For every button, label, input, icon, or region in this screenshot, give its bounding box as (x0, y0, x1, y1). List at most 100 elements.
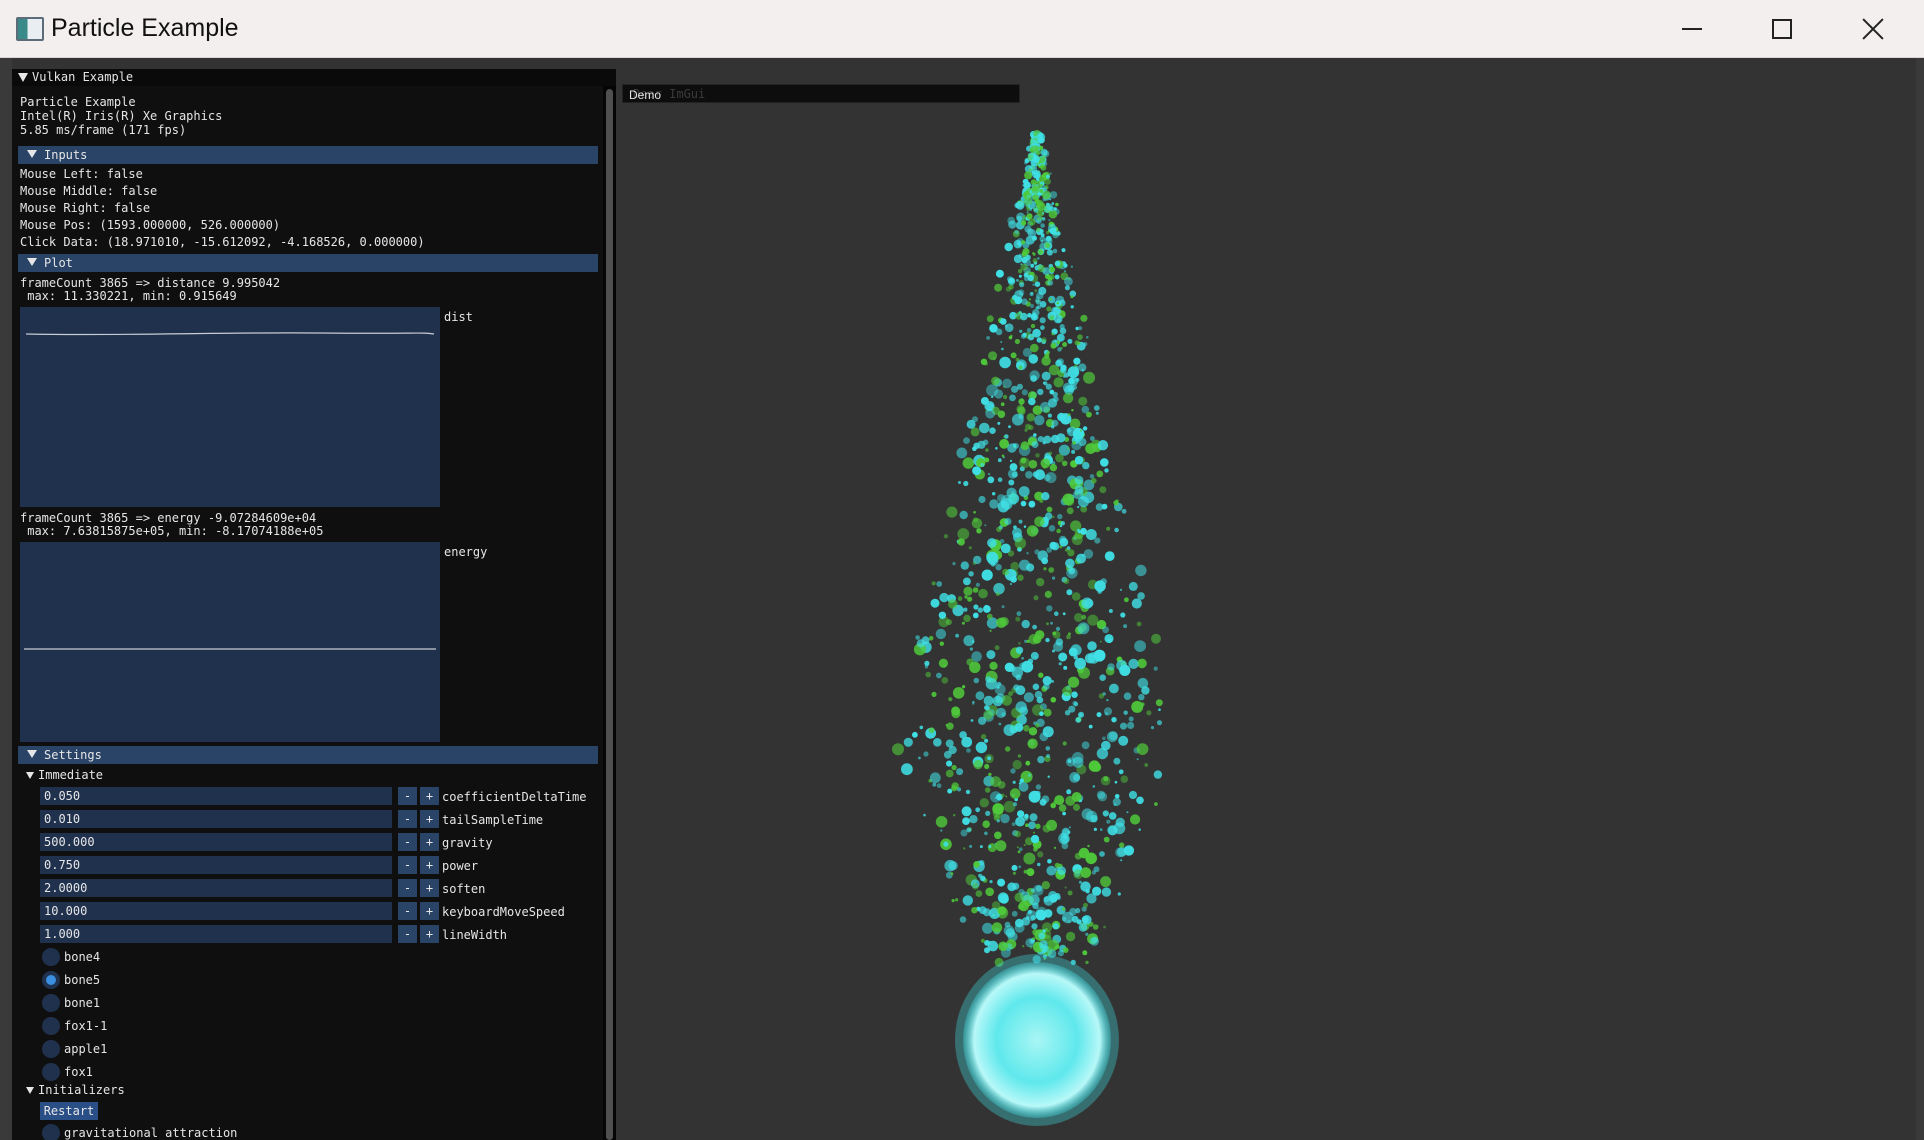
decrement-button[interactable]: - (398, 925, 417, 943)
particle (1015, 616, 1021, 622)
decrement-button[interactable]: - (398, 856, 417, 874)
mouse-left-text: Mouse Left: false (20, 167, 143, 181)
minimize-button[interactable] (1647, 0, 1737, 58)
particle (1028, 821, 1036, 830)
particle (959, 510, 968, 520)
particle (1012, 780, 1016, 784)
particle (976, 528, 982, 534)
particle (982, 820, 990, 828)
decrement-button[interactable]: - (398, 810, 417, 828)
increment-button[interactable]: + (420, 856, 439, 874)
panel-titlebar[interactable]: Vulkan Example (12, 69, 616, 86)
particle (1030, 651, 1039, 660)
particle (1073, 803, 1080, 811)
particle (1088, 760, 1101, 772)
particle (915, 635, 920, 640)
particle (1032, 155, 1040, 163)
settings-field-label: soften (442, 882, 486, 896)
model-radio-button[interactable] (42, 971, 60, 989)
increment-button[interactable]: + (420, 810, 439, 828)
particle (985, 887, 994, 897)
settings-field-input[interactable]: 1.000 (40, 925, 392, 943)
dist-plot[interactable] (20, 307, 440, 507)
particle (1041, 190, 1051, 200)
decrement-button[interactable]: - (398, 879, 417, 897)
particle (1084, 598, 1094, 608)
settings-field-input[interactable]: 0.010 (40, 810, 392, 828)
particle (923, 751, 929, 757)
particle (1031, 441, 1039, 448)
particle (1042, 440, 1046, 445)
settings-header[interactable]: Settings (18, 746, 598, 764)
plot-header[interactable]: Plot (18, 254, 598, 272)
decrement-button[interactable]: - (398, 902, 417, 920)
particle (993, 583, 1005, 595)
particle (1045, 512, 1053, 520)
particle (1001, 605, 1005, 609)
panel-scrollbar-grab[interactable] (606, 89, 613, 1140)
vulkan-example-panel[interactable]: Vulkan Example Particle Example Intel(R)… (12, 69, 616, 1140)
energy-plot[interactable] (20, 542, 440, 742)
decrement-button[interactable]: - (398, 833, 417, 851)
particle (972, 702, 975, 705)
increment-button[interactable]: + (420, 787, 439, 805)
model-radio-button[interactable] (42, 1017, 60, 1035)
settings-field-input[interactable]: 500.000 (40, 833, 392, 851)
particle (1102, 626, 1109, 634)
particle (1040, 325, 1045, 331)
model-radio-button[interactable] (42, 994, 60, 1012)
particle (1087, 614, 1099, 626)
model-radio-button[interactable] (42, 1063, 60, 1081)
collapse-arrow-icon[interactable] (18, 73, 28, 82)
increment-button[interactable]: + (420, 925, 439, 943)
particle (986, 336, 990, 340)
particle (1048, 567, 1055, 573)
close-button[interactable] (1828, 0, 1918, 58)
particle (1035, 150, 1041, 156)
particle (989, 629, 992, 632)
settings-field-input[interactable]: 2.0000 (40, 879, 392, 897)
particle (972, 612, 979, 619)
inputs-header[interactable]: Inputs (18, 146, 598, 164)
decrement-button[interactable]: - (398, 787, 417, 805)
particle (1114, 794, 1120, 799)
particle (963, 437, 970, 444)
particle (1015, 701, 1027, 713)
particle (1014, 922, 1025, 933)
particle (1010, 352, 1017, 359)
particle (1092, 924, 1099, 930)
particle (1064, 277, 1073, 286)
particle (1040, 223, 1045, 228)
increment-button[interactable]: + (420, 902, 439, 920)
maximize-button[interactable] (1737, 0, 1827, 58)
particle (952, 562, 956, 566)
energy-range-text: max: 7.63815875e+05, min: -8.17074188e+0… (20, 524, 324, 538)
particle (989, 499, 999, 509)
settings-field-input[interactable]: 0.750 (40, 856, 392, 874)
particle (1056, 302, 1059, 305)
particle (982, 908, 991, 917)
particle (1134, 640, 1146, 652)
particle (962, 817, 970, 825)
particle (996, 526, 1002, 532)
particle (1042, 726, 1054, 738)
particle (995, 564, 1002, 571)
particle (1026, 563, 1035, 572)
particle (987, 756, 992, 761)
model-radio-button[interactable] (42, 948, 60, 966)
gravitational-attraction-radio[interactable] (42, 1124, 60, 1140)
particle (925, 671, 931, 678)
settings-field-input[interactable]: 10.000 (40, 902, 392, 920)
imgui-demo-window[interactable]: Dear ImGui Demo (622, 84, 1020, 103)
particle (988, 772, 992, 777)
dist-summary-text: frameCount 3865 => distance 9.995042 (20, 276, 281, 290)
particle (903, 737, 913, 747)
model-radio-button[interactable] (42, 1040, 60, 1058)
particle (1022, 183, 1026, 187)
settings-field-input[interactable]: 0.050 (40, 787, 392, 805)
increment-button[interactable]: + (420, 833, 439, 851)
particle (1023, 275, 1030, 282)
particle (1039, 498, 1044, 503)
restart-button[interactable]: Restart (40, 1102, 98, 1120)
increment-button[interactable]: + (420, 879, 439, 897)
